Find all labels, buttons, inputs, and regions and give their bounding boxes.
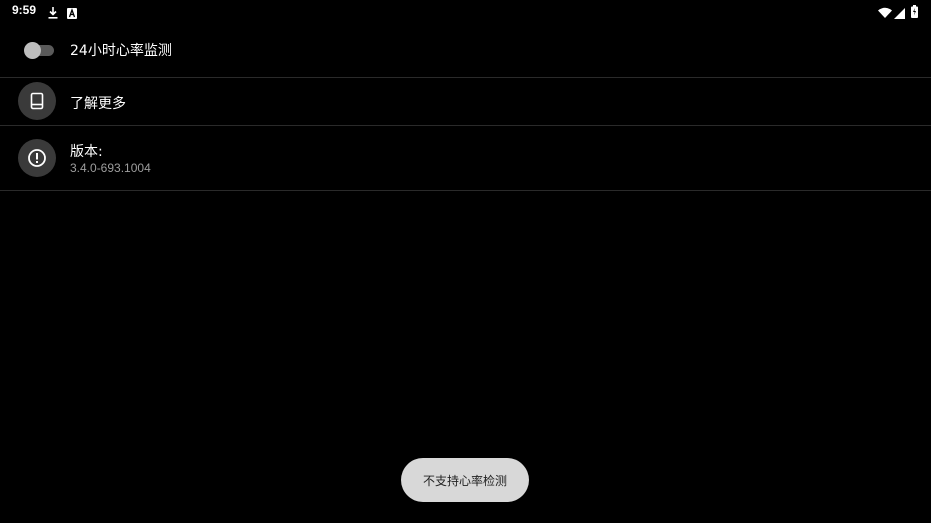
- status-bar: 9:59: [0, 0, 931, 22]
- version-label: 版本:: [70, 144, 103, 160]
- toast-text: 不支持心率检测: [422, 473, 507, 488]
- toggle-thumb: [24, 42, 41, 59]
- wifi-icon: [878, 4, 892, 23]
- version-row[interactable]: 版本: 3.4.0-693.1004: [0, 126, 931, 191]
- download-icon: [47, 4, 59, 23]
- heart-rate-toggle-label: 24小时心率监测: [70, 43, 172, 59]
- heart-rate-monitor-row[interactable]: 24小时心率监测: [0, 22, 931, 78]
- heart-rate-toggle[interactable]: [24, 40, 54, 60]
- learn-more-row[interactable]: 了解更多: [0, 78, 931, 126]
- info-icon: [18, 139, 56, 177]
- toast-message: 不支持心率检测: [401, 458, 529, 502]
- status-time: 9:59: [12, 3, 37, 17]
- cell-signal-icon: [894, 4, 905, 23]
- battery-charging-icon: [911, 3, 918, 22]
- book-icon: [18, 82, 56, 120]
- learn-more-label: 了解更多: [70, 96, 126, 112]
- a-badge-icon: [67, 4, 77, 23]
- version-value: 3.4.0-693.1004: [70, 161, 151, 175]
